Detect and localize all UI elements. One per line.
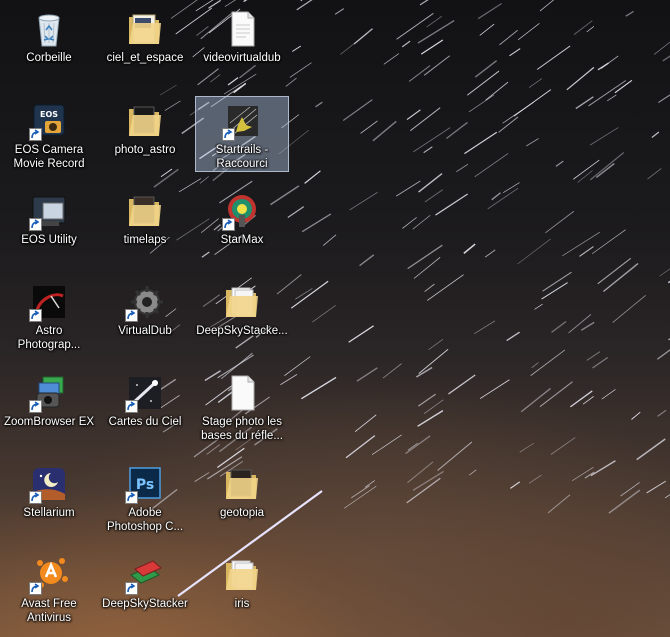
desktop-icon-geotopia[interactable]: geotopia — [195, 459, 289, 537]
icon-label: Avast Free Antivirus — [21, 598, 77, 624]
svg-text:Ps: Ps — [136, 477, 154, 493]
folder-icon — [222, 464, 262, 504]
desktop-icon-videovirtualdub[interactable]: videovirtualdub — [195, 4, 289, 82]
shortcut-arrow-icon — [29, 309, 42, 322]
icon-label: Stage photo les bases du réfle... — [201, 416, 283, 442]
icon-label: Corbeille — [26, 52, 72, 64]
eos-utility-icon — [29, 191, 69, 231]
folder-icon — [125, 101, 165, 141]
icon-label: Cartes du Ciel — [108, 416, 182, 428]
stellarium-icon — [29, 464, 69, 504]
shortcut-arrow-icon — [29, 582, 42, 595]
desktop-icon-startrails-raccourci[interactable]: Startrails - Raccourci — [195, 96, 289, 172]
desktop-icon-eos-camera-movie-record[interactable]: EOS EOS Camera Movie Record — [2, 96, 96, 174]
folder-icon — [125, 9, 165, 49]
folder-icon — [222, 555, 262, 595]
shortcut-arrow-icon — [29, 491, 42, 504]
folder-icon — [222, 282, 262, 322]
desktop-icon-corbeille[interactable]: Corbeille — [2, 4, 96, 82]
icon-label: photo_astro — [114, 144, 176, 156]
desktop-icon-iris[interactable]: iris — [195, 550, 289, 628]
desktop-icon-adobe-photoshop[interactable]: Ps Adobe Photoshop C... — [98, 459, 192, 537]
desktop-icon-ciel-et-espace[interactable]: ciel_et_espace — [98, 4, 192, 82]
startrails-icon — [222, 101, 262, 141]
cartes-du-ciel-icon — [125, 373, 165, 413]
icon-label: DeepSkyStacke... — [196, 325, 288, 337]
icon-label: geotopia — [219, 507, 265, 519]
zoombrowser-icon — [29, 373, 69, 413]
desktop-icon-virtualdub[interactable]: VirtualDub — [98, 277, 192, 355]
desktop-icon-astro-photography[interactable]: Astro Photograp... — [2, 277, 96, 355]
desktop-icon-stellarium[interactable]: Stellarium — [2, 459, 96, 537]
desktop: Corbeille ciel_et_espace videovirtualdub… — [0, 0, 670, 637]
shortcut-arrow-icon — [222, 218, 235, 231]
icon-label: EOS Utility — [21, 234, 77, 246]
shortcut-arrow-icon — [125, 400, 138, 413]
icon-label: Astro Photograp... — [17, 325, 81, 351]
icon-label: DeepSkyStacker — [102, 598, 188, 610]
recycle-bin-icon — [29, 9, 69, 49]
shortcut-arrow-icon — [29, 218, 42, 231]
shortcut-arrow-icon — [29, 128, 42, 141]
desktop-icon-stage-photo[interactable]: Stage photo les bases du réfle... — [195, 368, 289, 446]
shortcut-arrow-icon — [125, 491, 138, 504]
icon-label: Startrails - Raccourci — [215, 144, 269, 170]
desktop-icon-starmax[interactable]: StarMax — [195, 186, 289, 264]
shortcut-arrow-icon — [125, 582, 138, 595]
deepskystacker-icon — [125, 555, 165, 595]
eos-camera-icon: EOS — [29, 101, 69, 141]
document-icon — [222, 373, 262, 413]
desktop-icon-deepskystacker[interactable]: DeepSkyStacker — [98, 550, 192, 628]
icon-label: EOS Camera Movie Record — [13, 144, 85, 170]
icon-label: timelaps — [123, 234, 167, 246]
desktop-icon-photo-astro[interactable]: photo_astro — [98, 96, 192, 174]
icon-label: Stellarium — [23, 507, 75, 519]
desktop-icon-timelaps[interactable]: timelaps — [98, 186, 192, 264]
document-icon — [222, 9, 262, 49]
icon-label: videovirtualdub — [203, 52, 281, 64]
astro-photography-icon — [29, 282, 69, 322]
svg-text:EOS: EOS — [40, 110, 58, 119]
icon-label: iris — [234, 598, 250, 610]
folder-icon — [125, 191, 165, 231]
desktop-icon-avast-free-antivirus[interactable]: Avast Free Antivirus — [2, 550, 96, 628]
shortcut-arrow-icon — [125, 309, 138, 322]
avast-icon — [29, 555, 69, 595]
desktop-icon-deepskystacker-folder[interactable]: DeepSkyStacke... — [195, 277, 289, 355]
virtualdub-icon — [125, 282, 165, 322]
icon-label: ciel_et_espace — [106, 52, 184, 64]
desktop-icon-cartes-du-ciel[interactable]: Cartes du Ciel — [98, 368, 192, 446]
icon-label: Adobe Photoshop C... — [106, 507, 184, 533]
shortcut-arrow-icon — [29, 400, 42, 413]
shortcut-arrow-icon — [222, 128, 235, 141]
desktop-icon-eos-utility[interactable]: EOS Utility — [2, 186, 96, 264]
icon-label: ZoomBrowser EX — [3, 416, 95, 428]
starmax-icon — [222, 191, 262, 231]
icon-label: VirtualDub — [118, 325, 172, 337]
icon-label: StarMax — [220, 234, 264, 246]
photoshop-icon: Ps — [125, 464, 165, 504]
desktop-icon-zoombrowser-ex[interactable]: ZoomBrowser EX — [2, 368, 96, 446]
